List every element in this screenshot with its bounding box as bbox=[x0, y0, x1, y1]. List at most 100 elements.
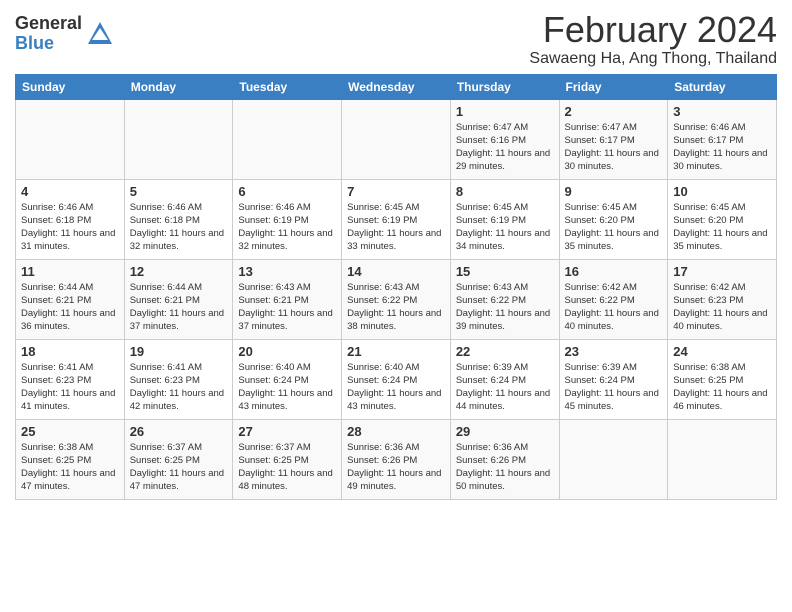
calendar-cell: 23 Sunrise: 6:39 AM Sunset: 6:24 PM Dayli… bbox=[559, 339, 668, 419]
calendar-week-row: 25Sunrise: 6:38 AM Sunset: 6:25 PM Dayli… bbox=[16, 419, 777, 499]
calendar-cell: 22 Sunrise: 6:39 AM Sunset: 6:24 PM Dayli… bbox=[450, 339, 559, 419]
calendar-cell: 6 Sunrise: 6:46 AM Sunset: 6:19 PM Daylig… bbox=[233, 179, 342, 259]
calendar-cell: 13Sunrise: 6:43 AM Sunset: 6:21 PM Dayli… bbox=[233, 259, 342, 339]
day-number: 14 bbox=[347, 264, 445, 279]
day-number: 11 bbox=[21, 264, 119, 279]
calendar-table: SundayMondayTuesdayWednesdayThursdayFrid… bbox=[15, 74, 777, 500]
day-number: 28 bbox=[347, 424, 445, 439]
calendar-cell: 18Sunrise: 6:41 AM Sunset: 6:23 PM Dayli… bbox=[16, 339, 125, 419]
day-info: Sunrise: 6:44 AM Sunset: 6:21 PM Dayligh… bbox=[130, 281, 228, 334]
calendar-cell bbox=[668, 419, 777, 499]
day-info: Sunrise: 6:41 AM Sunset: 6:23 PM Dayligh… bbox=[130, 361, 228, 414]
day-number: 2 bbox=[565, 104, 663, 119]
day-info: Sunrise: 6:39 AM Sunset: 6:24 PM Dayligh… bbox=[456, 361, 554, 414]
day-info: Sunrise: 6:37 AM Sunset: 6:25 PM Dayligh… bbox=[238, 441, 336, 494]
calendar-cell bbox=[16, 99, 125, 179]
day-info: Sunrise: 6:44 AM Sunset: 6:21 PM Dayligh… bbox=[21, 281, 119, 334]
calendar-cell: 5 Sunrise: 6:46 AM Sunset: 6:18 PM Daylig… bbox=[124, 179, 233, 259]
day-info: Sunrise: 6:46 AM Sunset: 6:18 PM Dayligh… bbox=[130, 201, 228, 254]
calendar-cell bbox=[559, 419, 668, 499]
day-info: Sunrise: 6:45 AM Sunset: 6:19 PM Dayligh… bbox=[456, 201, 554, 254]
calendar-cell: 16 Sunrise: 6:42 AM Sunset: 6:22 PM Dayli… bbox=[559, 259, 668, 339]
day-number: 6 bbox=[238, 184, 336, 199]
day-info: Sunrise: 6:43 AM Sunset: 6:22 PM Dayligh… bbox=[347, 281, 445, 334]
day-info: Sunrise: 6:46 AM Sunset: 6:19 PM Dayligh… bbox=[238, 201, 336, 254]
title-area: February 2024 Sawaeng Ha, Ang Thong, Tha… bbox=[529, 10, 777, 68]
calendar-week-row: 11 Sunrise: 6:44 AM Sunset: 6:21 PM Dayli… bbox=[16, 259, 777, 339]
day-number: 26 bbox=[130, 424, 228, 439]
day-info: Sunrise: 6:38 AM Sunset: 6:25 PM Dayligh… bbox=[673, 361, 771, 414]
day-info: Sunrise: 6:39 AM Sunset: 6:24 PM Dayligh… bbox=[565, 361, 663, 414]
calendar-cell: 24 Sunrise: 6:38 AM Sunset: 6:25 PM Dayli… bbox=[668, 339, 777, 419]
calendar-cell: 29 Sunrise: 6:36 AM Sunset: 6:26 PM Dayli… bbox=[450, 419, 559, 499]
calendar-cell: 1 Sunrise: 6:47 AM Sunset: 6:16 PM Daylig… bbox=[450, 99, 559, 179]
calendar-cell: 15Sunrise: 6:43 AM Sunset: 6:22 PM Dayli… bbox=[450, 259, 559, 339]
calendar-week-row: 1 Sunrise: 6:47 AM Sunset: 6:16 PM Daylig… bbox=[16, 99, 777, 179]
weekday-header: Friday bbox=[559, 74, 668, 99]
day-number: 20 bbox=[238, 344, 336, 359]
day-number: 29 bbox=[456, 424, 554, 439]
logo: General Blue bbox=[15, 14, 114, 54]
day-number: 21 bbox=[347, 344, 445, 359]
calendar-header-row: SundayMondayTuesdayWednesdayThursdayFrid… bbox=[16, 74, 777, 99]
calendar-cell: 26 Sunrise: 6:37 AM Sunset: 6:25 PM Dayli… bbox=[124, 419, 233, 499]
logo-blue-text: Blue bbox=[15, 34, 82, 54]
day-info: Sunrise: 6:42 AM Sunset: 6:22 PM Dayligh… bbox=[565, 281, 663, 334]
day-info: Sunrise: 6:45 AM Sunset: 6:19 PM Dayligh… bbox=[347, 201, 445, 254]
day-info: Sunrise: 6:43 AM Sunset: 6:22 PM Dayligh… bbox=[456, 281, 554, 334]
day-info: Sunrise: 6:38 AM Sunset: 6:25 PM Dayligh… bbox=[21, 441, 119, 494]
day-info: Sunrise: 6:47 AM Sunset: 6:17 PM Dayligh… bbox=[565, 121, 663, 174]
day-number: 16 bbox=[565, 264, 663, 279]
day-info: Sunrise: 6:46 AM Sunset: 6:18 PM Dayligh… bbox=[21, 201, 119, 254]
day-number: 10 bbox=[673, 184, 771, 199]
calendar-cell: 20 Sunrise: 6:40 AM Sunset: 6:24 PM Dayli… bbox=[233, 339, 342, 419]
weekday-header: Thursday bbox=[450, 74, 559, 99]
weekday-header: Tuesday bbox=[233, 74, 342, 99]
day-info: Sunrise: 6:42 AM Sunset: 6:23 PM Dayligh… bbox=[673, 281, 771, 334]
calendar-cell bbox=[124, 99, 233, 179]
calendar-cell: 7 Sunrise: 6:45 AM Sunset: 6:19 PM Daylig… bbox=[342, 179, 451, 259]
calendar-week-row: 18Sunrise: 6:41 AM Sunset: 6:23 PM Dayli… bbox=[16, 339, 777, 419]
day-info: Sunrise: 6:45 AM Sunset: 6:20 PM Dayligh… bbox=[673, 201, 771, 254]
day-info: Sunrise: 6:37 AM Sunset: 6:25 PM Dayligh… bbox=[130, 441, 228, 494]
calendar-cell: 21 Sunrise: 6:40 AM Sunset: 6:24 PM Dayli… bbox=[342, 339, 451, 419]
day-info: Sunrise: 6:40 AM Sunset: 6:24 PM Dayligh… bbox=[238, 361, 336, 414]
logo-icon bbox=[86, 20, 114, 48]
calendar-cell: 8Sunrise: 6:45 AM Sunset: 6:19 PM Daylig… bbox=[450, 179, 559, 259]
day-info: Sunrise: 6:46 AM Sunset: 6:17 PM Dayligh… bbox=[673, 121, 771, 174]
day-number: 5 bbox=[130, 184, 228, 199]
calendar-cell: 17 Sunrise: 6:42 AM Sunset: 6:23 PM Dayli… bbox=[668, 259, 777, 339]
weekday-header: Sunday bbox=[16, 74, 125, 99]
calendar-cell: 25Sunrise: 6:38 AM Sunset: 6:25 PM Dayli… bbox=[16, 419, 125, 499]
day-number: 22 bbox=[456, 344, 554, 359]
day-info: Sunrise: 6:47 AM Sunset: 6:16 PM Dayligh… bbox=[456, 121, 554, 174]
weekday-header: Saturday bbox=[668, 74, 777, 99]
header: General Blue February 2024 Sawaeng Ha, A… bbox=[15, 10, 777, 68]
day-number: 23 bbox=[565, 344, 663, 359]
day-number: 19 bbox=[130, 344, 228, 359]
day-number: 12 bbox=[130, 264, 228, 279]
main-title: February 2024 bbox=[529, 10, 777, 50]
subtitle: Sawaeng Ha, Ang Thong, Thailand bbox=[529, 50, 777, 68]
day-number: 9 bbox=[565, 184, 663, 199]
day-info: Sunrise: 6:36 AM Sunset: 6:26 PM Dayligh… bbox=[456, 441, 554, 494]
day-number: 7 bbox=[347, 184, 445, 199]
day-number: 3 bbox=[673, 104, 771, 119]
logo-general-text: General bbox=[15, 14, 82, 34]
weekday-header: Wednesday bbox=[342, 74, 451, 99]
calendar-cell: 10 Sunrise: 6:45 AM Sunset: 6:20 PM Dayli… bbox=[668, 179, 777, 259]
calendar-cell bbox=[233, 99, 342, 179]
day-info: Sunrise: 6:40 AM Sunset: 6:24 PM Dayligh… bbox=[347, 361, 445, 414]
day-info: Sunrise: 6:41 AM Sunset: 6:23 PM Dayligh… bbox=[21, 361, 119, 414]
calendar-cell: 27Sunrise: 6:37 AM Sunset: 6:25 PM Dayli… bbox=[233, 419, 342, 499]
calendar-cell bbox=[342, 99, 451, 179]
day-number: 24 bbox=[673, 344, 771, 359]
calendar-cell: 14 Sunrise: 6:43 AM Sunset: 6:22 PM Dayli… bbox=[342, 259, 451, 339]
day-number: 17 bbox=[673, 264, 771, 279]
day-info: Sunrise: 6:36 AM Sunset: 6:26 PM Dayligh… bbox=[347, 441, 445, 494]
day-number: 13 bbox=[238, 264, 336, 279]
calendar-cell: 2 Sunrise: 6:47 AM Sunset: 6:17 PM Daylig… bbox=[559, 99, 668, 179]
day-number: 1 bbox=[456, 104, 554, 119]
day-info: Sunrise: 6:45 AM Sunset: 6:20 PM Dayligh… bbox=[565, 201, 663, 254]
page: General Blue February 2024 Sawaeng Ha, A… bbox=[0, 0, 792, 612]
